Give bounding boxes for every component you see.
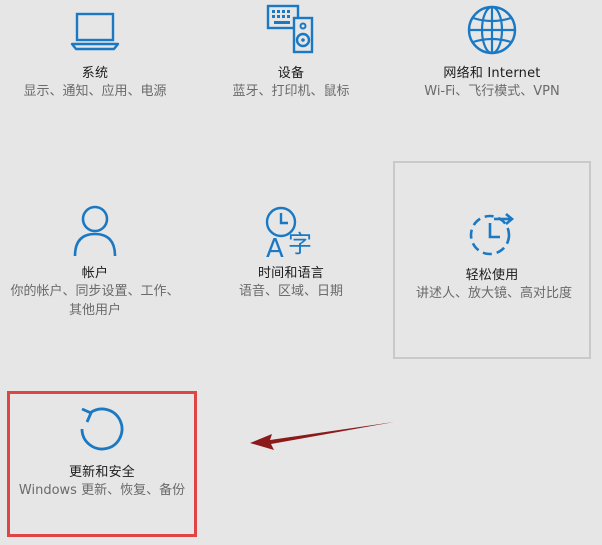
- tile-description: 语音、区域、日期: [238, 284, 343, 299]
- tile-description: Wi-Fi、飞行模式、VPN: [424, 84, 560, 99]
- svg-text:字: 字: [288, 230, 312, 258]
- tile-description: 显示、通知、应用、电源: [23, 84, 167, 99]
- red-highlight-box: [7, 391, 197, 537]
- tile-accounts[interactable]: 帐户 你的帐户、同步设置、工作、其他用户: [0, 196, 190, 386]
- tile-title: 帐户: [81, 266, 109, 281]
- settings-home: 系统 显示、通知、应用、电源 设备 蓝牙、打印机、鼠标 网络和 Internet…: [0, 0, 602, 545]
- tile-title: 时间和语言: [257, 266, 324, 281]
- devices-icon: [266, 4, 314, 54]
- tile-ease-of-access[interactable]: 轻松使用 讲述人、放大镜、高对比度: [393, 161, 591, 359]
- tile-description: 蓝牙、打印机、鼠标: [232, 84, 350, 99]
- tile-description: 讲述人、放大镜、高对比度: [415, 286, 572, 301]
- laptop-icon: [70, 12, 120, 51]
- person-icon: [73, 205, 117, 257]
- time-language-icon: A 字: [265, 206, 312, 260]
- tile-title: 设备: [277, 66, 305, 81]
- arrow-pointer-icon: [250, 422, 394, 450]
- tile-devices[interactable]: 设备 蓝牙、打印机、鼠标: [196, 0, 386, 190]
- ease-of-access-icon: [469, 213, 515, 256]
- tile-description: 你的帐户、同步设置、工作、其他用户: [10, 284, 180, 318]
- tile-time-language[interactable]: A 字 时间和语言 语音、区域、日期: [196, 196, 386, 386]
- tile-system[interactable]: 系统 显示、通知、应用、电源: [0, 0, 190, 190]
- tile-title: 系统: [81, 66, 109, 81]
- tile-title: 轻松使用: [465, 268, 519, 283]
- tile-title: 网络和 Internet: [443, 66, 541, 81]
- svg-text:A: A: [266, 234, 284, 260]
- globe-icon: [467, 5, 517, 55]
